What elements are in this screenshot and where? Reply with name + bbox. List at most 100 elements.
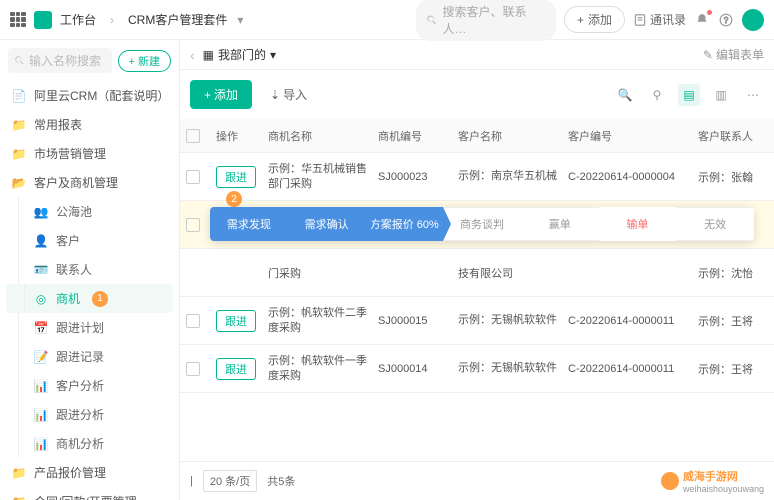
pencil-icon: ✎	[703, 48, 713, 62]
table-header: 操作 商机名称 商机编号 客户名称 客户编号 客户联系人 销售阶段	[180, 119, 774, 153]
download-icon: ⇣	[270, 88, 280, 102]
table-row[interactable]: 跟进 示例：华五机械销售部门采购 SJ000023 示例：南京华五机械 C-20…	[180, 153, 774, 201]
follow-button[interactable]: 跟进	[216, 310, 256, 332]
pager-total: 共5条	[267, 473, 295, 489]
plus-icon: +	[577, 13, 584, 27]
col-contact: 客户联系人	[698, 128, 774, 144]
col-op: 操作	[216, 128, 268, 144]
row-checkbox[interactable]	[186, 170, 200, 184]
watermark: 威海手游网 weihaishouyouwang	[661, 468, 764, 494]
sidebar-item-quote[interactable]: 📁产品报价管理	[0, 458, 179, 487]
target-icon: ◎	[34, 292, 48, 306]
sidebar-item-customers[interactable]: 📂客户及商机管理	[0, 168, 179, 197]
sidebar-item-plan[interactable]: 📅跟进计划	[0, 313, 179, 342]
row-checkbox[interactable]	[186, 218, 200, 232]
sidebar-item-customer[interactable]: 👤客户	[0, 226, 179, 255]
user-icon: 👤	[34, 234, 48, 248]
doc-icon: 📄	[12, 89, 26, 103]
sidebar-new-button[interactable]: + 新建	[118, 50, 171, 72]
table-row[interactable]: 跟进 示例：帆软软件一季度采购 SJ000014 示例：无锡帆软软件 C-202…	[180, 345, 774, 393]
calendar-icon: 📅	[34, 321, 48, 335]
help-icon[interactable]: ?	[718, 12, 734, 28]
stage-item[interactable]: 需求确认	[288, 207, 366, 241]
stage-popup: 需求发现 需求确认 方案报价 60% 商务谈判 赢单 输单 无效	[210, 207, 754, 241]
sidebar-item-crm-doc[interactable]: 📄阿里云CRM（配套说明）	[0, 81, 179, 110]
svg-text:?: ?	[724, 15, 729, 24]
breadcrumb-workspace[interactable]: 工作台	[60, 11, 96, 28]
follow-button[interactable]: 跟进	[216, 166, 256, 188]
breadcrumb-sep: ›	[110, 13, 114, 27]
tabsbar: ‹ ▦ 我部门的 ▾ ✎编辑表单	[180, 40, 774, 70]
sidebar-item-record[interactable]: 📝跟进记录	[0, 342, 179, 371]
global-add-button[interactable]: + 添加	[564, 6, 625, 33]
table-search-icon[interactable]: 🔍	[614, 84, 636, 106]
chevron-down-icon[interactable]: ▾	[237, 13, 243, 27]
sidebar-item-opp-analysis[interactable]: 📊商机分析	[0, 429, 179, 458]
stage-item[interactable]: 输单	[599, 207, 677, 241]
main: ‹ ▦ 我部门的 ▾ ✎编辑表单 +添加 ⇣导入 🔍 ⚲ ▤ ▥ ⋯ 操作	[180, 40, 774, 500]
watermark-icon	[661, 472, 679, 490]
table-row[interactable]: 跟进 示例：帆软软件二季度采购 SJ000015 示例：无锡帆软软件 C-202…	[180, 297, 774, 345]
badge-1: 1	[92, 291, 108, 307]
stage-item[interactable]: 赢单	[521, 207, 599, 241]
apps-icon[interactable]	[10, 12, 26, 28]
sidebar-item-cust-analysis[interactable]: 📊客户分析	[0, 371, 179, 400]
folder-icon: 📁	[12, 118, 26, 132]
stage-item[interactable]: 方案报价 60%	[365, 207, 443, 241]
grid-icon: ▦	[203, 48, 214, 62]
sidebar-search[interactable]: 输入名称搜索	[8, 48, 112, 73]
plus-icon: +	[204, 88, 211, 102]
col-code: 商机编号	[378, 128, 458, 144]
topbar: 工作台 › CRM客户管理套件 ▾ 搜索客户、联系人… + 添加 通讯录 ?	[0, 0, 774, 40]
more-icon[interactable]: ⋯	[742, 84, 764, 106]
sidebar-item-marketing[interactable]: 📁市场营销管理	[0, 139, 179, 168]
sidebar-item-follow-analysis[interactable]: 📊跟进分析	[0, 400, 179, 429]
contacts-button[interactable]: 通讯录	[633, 12, 686, 28]
list-view-icon[interactable]: ▥	[710, 84, 732, 106]
row-checkbox[interactable]	[186, 362, 200, 376]
note-icon: 📝	[34, 350, 48, 364]
col-ccode: 客户编号	[568, 128, 698, 144]
sidebar-item-opportunity[interactable]: ◎商机1	[6, 284, 173, 313]
card-view-icon[interactable]: ▤	[678, 84, 700, 106]
search-icon	[14, 55, 25, 66]
badge-2: 2	[226, 191, 242, 207]
add-button[interactable]: +添加	[190, 80, 252, 109]
sidebar-item-pool[interactable]: 👥公海池	[0, 197, 179, 226]
breadcrumb-suite[interactable]: CRM客户管理套件	[128, 11, 227, 28]
chart-icon: 📊	[34, 408, 48, 422]
chevron-down-icon: ▾	[270, 48, 276, 62]
import-button[interactable]: ⇣导入	[262, 80, 315, 109]
id-icon: 🪪	[34, 263, 48, 277]
search-icon	[426, 14, 438, 26]
col-name: 商机名称	[268, 128, 378, 144]
sidebar-item-reports[interactable]: 📁常用报表	[0, 110, 179, 139]
folder-icon: 📁	[12, 495, 26, 500]
table-row[interactable]: 门采购 技有限公司 示例：沈怡 赢单	[180, 249, 774, 297]
data-table: 操作 商机名称 商机编号 客户名称 客户编号 客户联系人 销售阶段 跟进 示例：…	[180, 119, 774, 461]
folder-icon: 📂	[12, 176, 26, 190]
view-selector[interactable]: ▦ 我部门的 ▾	[203, 46, 276, 63]
folder-icon: 📁	[12, 147, 26, 161]
folder-icon: 📁	[12, 466, 26, 480]
back-icon[interactable]: ‹	[190, 47, 195, 63]
page-size-select[interactable]: 20 条/页	[203, 470, 257, 492]
toolbar: +添加 ⇣导入 🔍 ⚲ ▤ ▥ ⋯	[180, 70, 774, 119]
filter-icon[interactable]: ⚲	[646, 84, 668, 106]
stage-item[interactable]: 需求发现	[210, 207, 288, 241]
col-customer: 客户名称	[458, 128, 568, 144]
app-logo	[34, 11, 52, 29]
chart-icon: 📊	[34, 379, 48, 393]
sidebar-item-contacts[interactable]: 🪪联系人	[0, 255, 179, 284]
sidebar: 输入名称搜索 + 新建 📄阿里云CRM（配套说明） 📁常用报表 📁市场营销管理 …	[0, 40, 180, 500]
row-checkbox[interactable]	[186, 314, 200, 328]
avatar[interactable]	[742, 9, 764, 31]
stage-item[interactable]: 商务谈判	[443, 207, 521, 241]
select-all-checkbox[interactable]	[186, 129, 200, 143]
sidebar-item-contract[interactable]: 📁合同/回款/开票管理	[0, 487, 179, 500]
global-search[interactable]: 搜索客户、联系人…	[416, 0, 556, 41]
bell-icon[interactable]	[694, 12, 710, 28]
follow-button[interactable]: 跟进	[216, 358, 256, 380]
stage-item[interactable]: 无效	[676, 207, 754, 241]
edit-form-button[interactable]: ✎编辑表单	[703, 46, 764, 63]
